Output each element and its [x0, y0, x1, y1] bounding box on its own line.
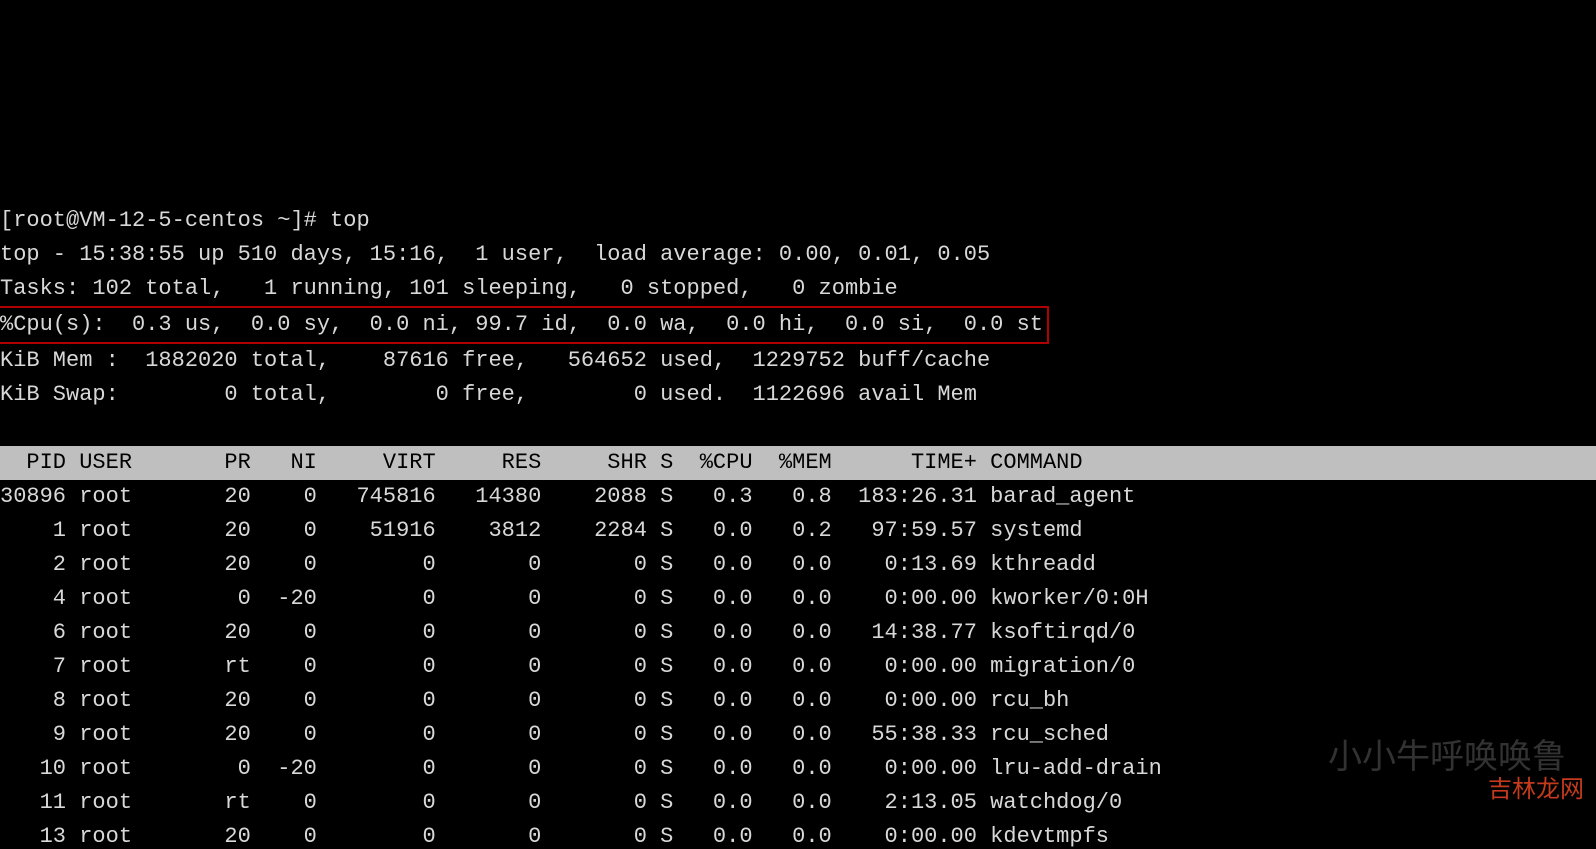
- top-summary-line-2: Tasks: 102 total, 1 running, 101 sleepin…: [0, 276, 898, 301]
- swap-summary-line: KiB Swap: 0 total, 0 free, 0 used. 11226…: [0, 382, 977, 407]
- top-summary-line-1: top - 15:38:55 up 510 days, 15:16, 1 use…: [0, 242, 990, 267]
- process-table-rows: 30896 root 20 0 745816 14380 2088 S 0.3 …: [0, 480, 1596, 849]
- mem-summary-line: KiB Mem : 1882020 total, 87616 free, 564…: [0, 348, 990, 373]
- cpu-summary-highlight: %Cpu(s): 0.3 us, 0.0 sy, 0.0 ni, 99.7 id…: [0, 306, 1049, 344]
- shell-prompt: [root@VM-12-5-centos ~]# top: [0, 208, 370, 233]
- terminal-output[interactable]: [root@VM-12-5-centos ~]# top top - 15:38…: [0, 170, 1596, 849]
- process-table-header: PID USER PR NI VIRT RES SHR S %CPU %MEM …: [0, 446, 1596, 480]
